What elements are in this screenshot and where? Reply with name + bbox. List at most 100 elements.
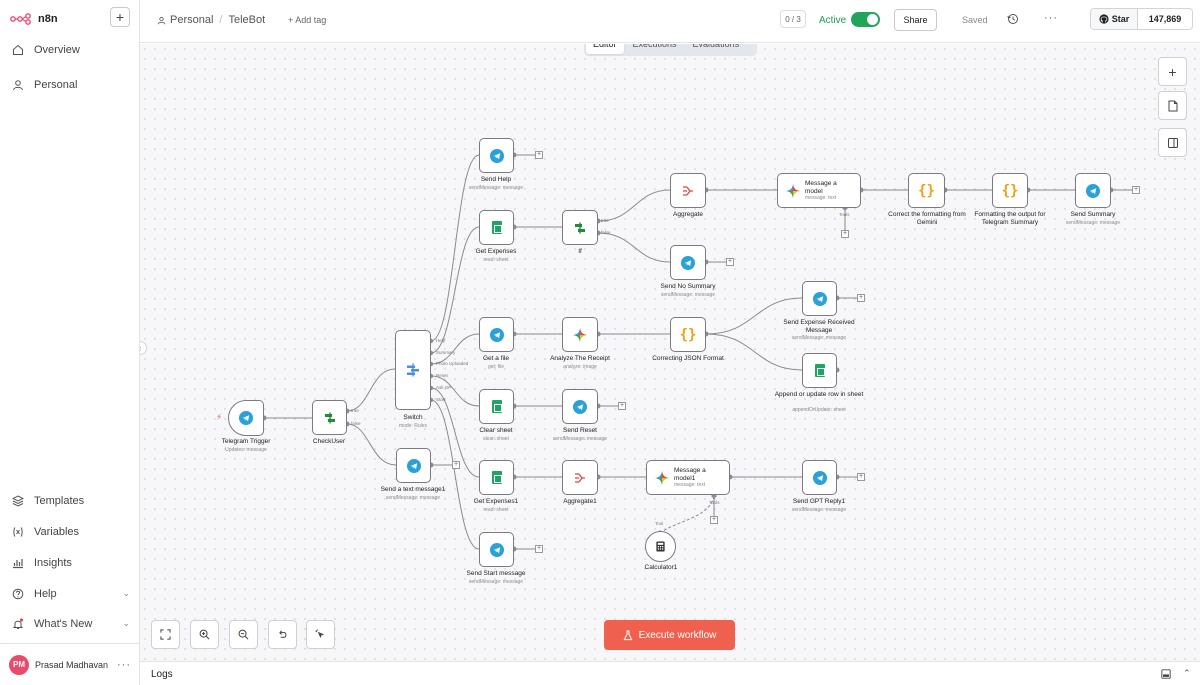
zoom-out-button[interactable]: [229, 620, 258, 649]
node-correcting-json[interactable]: {}: [670, 317, 706, 352]
sidebar-item-variables[interactable]: Variables: [12, 522, 130, 542]
breadcrumb-project[interactable]: Personal: [170, 14, 213, 26]
github-star-label: Star: [1111, 14, 1130, 24]
calculator-icon: [656, 541, 665, 552]
workflow-canvas[interactable]: ‹: [140, 44, 1200, 661]
node-label: Telegram Trigger: [221, 438, 271, 445]
node-check-user[interactable]: [312, 400, 347, 435]
node-send-reset[interactable]: [562, 389, 598, 424]
node-send-start[interactable]: [479, 532, 514, 567]
workflow-title[interactable]: TeleBot: [228, 14, 265, 26]
google-sheets-icon: [491, 471, 502, 484]
sidebar-item-label: What's New: [34, 618, 93, 630]
fit-view-button[interactable]: [151, 620, 180, 649]
add-next-node-button[interactable]: +: [726, 258, 734, 266]
node-label: Send GPT Reply1: [792, 498, 846, 505]
panel-icon[interactable]: [1161, 669, 1171, 679]
execution-counter: 0 / 3: [780, 10, 806, 28]
trigger-bolt-icon: ⚡: [216, 412, 223, 422]
tab-evaluations[interactable]: Evaluations: [686, 44, 747, 54]
history-icon[interactable]: [1007, 13, 1019, 25]
sidebar-item-label: Personal: [34, 79, 78, 91]
logs-panel[interactable]: Logs ⌃: [140, 661, 1200, 685]
node-telegram-trigger[interactable]: [228, 400, 264, 436]
node-clear-sheet[interactable]: [479, 389, 514, 424]
tidy-up-button[interactable]: [306, 620, 335, 649]
telegram-icon: [681, 255, 695, 270]
node-message-model[interactable]: Message a model message: text: [777, 173, 861, 208]
tab-editor[interactable]: Editor: [586, 44, 624, 54]
node-analyze-receipt[interactable]: [562, 317, 598, 352]
node-send-text-message[interactable]: [396, 448, 431, 483]
node-subtitle: sendMessage: message: [791, 507, 847, 513]
add-tool-button[interactable]: +: [710, 516, 718, 524]
user-menu[interactable]: PM Prasad Madhavan ···: [0, 643, 139, 685]
add-next-node-button[interactable]: +: [535, 545, 543, 553]
node-format-output[interactable]: {}: [992, 173, 1028, 208]
bell-icon: [12, 618, 24, 629]
add-tool-button[interactable]: +: [841, 230, 849, 238]
node-get-expenses1[interactable]: [479, 460, 514, 495]
sidebar-item-help[interactable]: Help ⌄: [12, 584, 130, 604]
google-sheets-icon: [491, 400, 502, 413]
sidebar-item-templates[interactable]: Templates: [12, 491, 130, 511]
node-get-file[interactable]: [479, 317, 514, 352]
node-correct-formatting[interactable]: {}: [908, 173, 945, 208]
sidebar-item-overview[interactable]: Overview: [12, 40, 130, 60]
sticky-note-button[interactable]: [1158, 91, 1187, 120]
more-icon[interactable]: ···: [1044, 12, 1058, 24]
github-star[interactable]: Star: [1091, 9, 1138, 29]
sidebar-item-whats-new[interactable]: What's New ⌄: [12, 614, 130, 634]
node-label: Get Expenses1: [473, 498, 519, 505]
node-subtitle: sendMessage: message: [791, 335, 847, 341]
node-append-row[interactable]: [802, 353, 837, 388]
tab-executions[interactable]: Executions: [626, 44, 684, 54]
more-icon[interactable]: ···: [117, 659, 131, 671]
sidebar-item-personal[interactable]: Personal: [12, 75, 130, 95]
port-label: false: [351, 421, 361, 426]
node-subtitle: mode: Rules: [398, 423, 428, 429]
gemini-icon: [786, 183, 800, 198]
add-next-node-button[interactable]: +: [857, 473, 865, 481]
add-next-node-button[interactable]: +: [857, 294, 865, 302]
add-node-button[interactable]: +: [1158, 57, 1187, 86]
node-aggregate[interactable]: [670, 173, 706, 208]
node-calculator[interactable]: [645, 531, 676, 562]
brand[interactable]: n8n: [10, 8, 58, 30]
zoom-in-button[interactable]: [190, 620, 219, 649]
add-tag-button[interactable]: + Add tag: [288, 15, 326, 25]
add-next-node-button[interactable]: +: [535, 151, 543, 159]
add-next-node-button[interactable]: +: [1132, 186, 1140, 194]
execute-workflow-button[interactable]: Execute workflow: [604, 620, 735, 650]
node-send-expense-received[interactable]: [802, 281, 837, 316]
port-label: false: [601, 230, 611, 235]
chevron-up-icon[interactable]: ⌃: [1183, 668, 1191, 679]
panel-toggle-button[interactable]: [1158, 128, 1187, 157]
node-message-model1[interactable]: Message a model1 message: text: [646, 460, 730, 495]
node-switch[interactable]: [395, 330, 431, 410]
breadcrumb[interactable]: Personal / TeleBot: [157, 14, 265, 26]
node-subtitle: appendOrUpdate: sheet: [792, 407, 846, 413]
node-get-expenses[interactable]: [479, 210, 514, 245]
create-button[interactable]: +: [110, 7, 130, 27]
sidebar-item-insights[interactable]: Insights: [12, 553, 130, 573]
telegram-icon: [812, 470, 827, 485]
add-next-node-button[interactable]: +: [618, 402, 626, 410]
node-send-summary[interactable]: [1075, 173, 1111, 208]
view-tabs: Editor Executions Evaluations: [584, 44, 757, 56]
node-send-gpt-reply[interactable]: [802, 460, 837, 495]
node-label: Switch: [403, 414, 423, 421]
node-aggregate1[interactable]: [562, 460, 598, 495]
saved-status: Saved: [962, 15, 988, 25]
port-label: Help: [436, 338, 446, 343]
node-send-no-summary[interactable]: [670, 245, 706, 280]
node-if[interactable]: [562, 210, 598, 245]
active-toggle[interactable]: [851, 12, 880, 27]
reset-zoom-button[interactable]: [268, 620, 297, 649]
code-icon: {}: [679, 326, 697, 343]
node-send-help[interactable]: [479, 138, 514, 173]
node-label: Send a text message1: [380, 486, 446, 493]
share-button[interactable]: Share: [894, 9, 937, 31]
add-next-node-button[interactable]: +: [452, 461, 460, 469]
github-star-button[interactable]: Star 147,869: [1090, 8, 1193, 30]
